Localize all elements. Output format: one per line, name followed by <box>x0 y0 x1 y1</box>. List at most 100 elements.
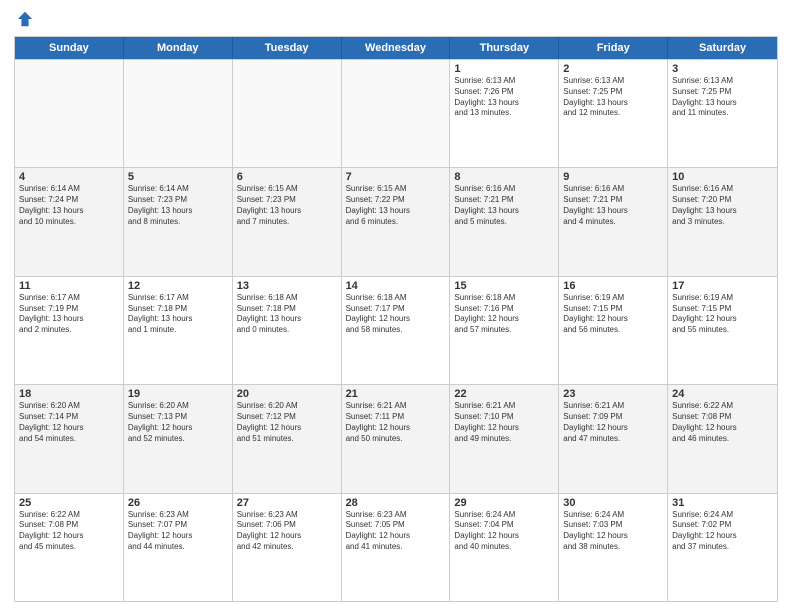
day-info: Sunrise: 6:23 AM Sunset: 7:06 PM Dayligh… <box>237 510 337 553</box>
calendar-cell: 27Sunrise: 6:23 AM Sunset: 7:06 PM Dayli… <box>233 494 342 601</box>
day-info: Sunrise: 6:22 AM Sunset: 7:08 PM Dayligh… <box>19 510 119 553</box>
day-number: 6 <box>237 171 337 183</box>
calendar-cell: 22Sunrise: 6:21 AM Sunset: 7:10 PM Dayli… <box>450 385 559 492</box>
calendar-cell: 6Sunrise: 6:15 AM Sunset: 7:23 PM Daylig… <box>233 168 342 275</box>
header-day-friday: Friday <box>559 37 668 59</box>
day-number: 9 <box>563 171 663 183</box>
day-info: Sunrise: 6:15 AM Sunset: 7:22 PM Dayligh… <box>346 184 446 227</box>
calendar-cell: 14Sunrise: 6:18 AM Sunset: 7:17 PM Dayli… <box>342 277 451 384</box>
calendar-cell: 25Sunrise: 6:22 AM Sunset: 7:08 PM Dayli… <box>15 494 124 601</box>
day-info: Sunrise: 6:17 AM Sunset: 7:18 PM Dayligh… <box>128 293 228 336</box>
day-number: 21 <box>346 388 446 400</box>
calendar-cell: 15Sunrise: 6:18 AM Sunset: 7:16 PM Dayli… <box>450 277 559 384</box>
calendar-cell: 21Sunrise: 6:21 AM Sunset: 7:11 PM Dayli… <box>342 385 451 492</box>
day-number: 28 <box>346 497 446 509</box>
calendar-cell: 5Sunrise: 6:14 AM Sunset: 7:23 PM Daylig… <box>124 168 233 275</box>
calendar-row-2: 4Sunrise: 6:14 AM Sunset: 7:24 PM Daylig… <box>15 167 777 275</box>
day-info: Sunrise: 6:20 AM Sunset: 7:14 PM Dayligh… <box>19 401 119 444</box>
day-number: 16 <box>563 280 663 292</box>
day-number: 7 <box>346 171 446 183</box>
day-number: 13 <box>237 280 337 292</box>
day-number: 15 <box>454 280 554 292</box>
logo-text <box>14 10 34 28</box>
day-number: 31 <box>672 497 773 509</box>
day-number: 29 <box>454 497 554 509</box>
day-number: 4 <box>19 171 119 183</box>
day-number: 27 <box>237 497 337 509</box>
day-info: Sunrise: 6:24 AM Sunset: 7:03 PM Dayligh… <box>563 510 663 553</box>
day-number: 26 <box>128 497 228 509</box>
calendar-cell: 28Sunrise: 6:23 AM Sunset: 7:05 PM Dayli… <box>342 494 451 601</box>
day-number: 20 <box>237 388 337 400</box>
day-number: 17 <box>672 280 773 292</box>
calendar-cell: 16Sunrise: 6:19 AM Sunset: 7:15 PM Dayli… <box>559 277 668 384</box>
day-info: Sunrise: 6:16 AM Sunset: 7:21 PM Dayligh… <box>454 184 554 227</box>
day-number: 11 <box>19 280 119 292</box>
day-info: Sunrise: 6:18 AM Sunset: 7:17 PM Dayligh… <box>346 293 446 336</box>
header-day-monday: Monday <box>124 37 233 59</box>
header-day-wednesday: Wednesday <box>342 37 451 59</box>
calendar-row-5: 25Sunrise: 6:22 AM Sunset: 7:08 PM Dayli… <box>15 493 777 601</box>
calendar-cell: 24Sunrise: 6:22 AM Sunset: 7:08 PM Dayli… <box>668 385 777 492</box>
calendar-cell <box>233 60 342 167</box>
day-info: Sunrise: 6:15 AM Sunset: 7:23 PM Dayligh… <box>237 184 337 227</box>
day-info: Sunrise: 6:17 AM Sunset: 7:19 PM Dayligh… <box>19 293 119 336</box>
calendar-body: 1Sunrise: 6:13 AM Sunset: 7:26 PM Daylig… <box>15 59 777 601</box>
calendar-cell: 20Sunrise: 6:20 AM Sunset: 7:12 PM Dayli… <box>233 385 342 492</box>
calendar-row-3: 11Sunrise: 6:17 AM Sunset: 7:19 PM Dayli… <box>15 276 777 384</box>
calendar-cell: 13Sunrise: 6:18 AM Sunset: 7:18 PM Dayli… <box>233 277 342 384</box>
calendar-cell: 4Sunrise: 6:14 AM Sunset: 7:24 PM Daylig… <box>15 168 124 275</box>
header <box>14 10 778 28</box>
day-number: 10 <box>672 171 773 183</box>
calendar-cell: 17Sunrise: 6:19 AM Sunset: 7:15 PM Dayli… <box>668 277 777 384</box>
calendar-cell: 8Sunrise: 6:16 AM Sunset: 7:21 PM Daylig… <box>450 168 559 275</box>
calendar-cell: 1Sunrise: 6:13 AM Sunset: 7:26 PM Daylig… <box>450 60 559 167</box>
calendar-cell: 29Sunrise: 6:24 AM Sunset: 7:04 PM Dayli… <box>450 494 559 601</box>
day-info: Sunrise: 6:18 AM Sunset: 7:18 PM Dayligh… <box>237 293 337 336</box>
day-info: Sunrise: 6:13 AM Sunset: 7:26 PM Dayligh… <box>454 76 554 119</box>
day-info: Sunrise: 6:19 AM Sunset: 7:15 PM Dayligh… <box>563 293 663 336</box>
day-number: 3 <box>672 63 773 75</box>
header-day-saturday: Saturday <box>668 37 777 59</box>
day-info: Sunrise: 6:16 AM Sunset: 7:21 PM Dayligh… <box>563 184 663 227</box>
calendar-cell: 18Sunrise: 6:20 AM Sunset: 7:14 PM Dayli… <box>15 385 124 492</box>
calendar-cell: 30Sunrise: 6:24 AM Sunset: 7:03 PM Dayli… <box>559 494 668 601</box>
day-info: Sunrise: 6:23 AM Sunset: 7:07 PM Dayligh… <box>128 510 228 553</box>
day-info: Sunrise: 6:19 AM Sunset: 7:15 PM Dayligh… <box>672 293 773 336</box>
calendar-cell <box>124 60 233 167</box>
header-day-tuesday: Tuesday <box>233 37 342 59</box>
day-number: 8 <box>454 171 554 183</box>
day-number: 30 <box>563 497 663 509</box>
day-number: 5 <box>128 171 228 183</box>
day-number: 24 <box>672 388 773 400</box>
calendar-cell: 23Sunrise: 6:21 AM Sunset: 7:09 PM Dayli… <box>559 385 668 492</box>
calendar-cell: 10Sunrise: 6:16 AM Sunset: 7:20 PM Dayli… <box>668 168 777 275</box>
day-info: Sunrise: 6:21 AM Sunset: 7:11 PM Dayligh… <box>346 401 446 444</box>
day-info: Sunrise: 6:23 AM Sunset: 7:05 PM Dayligh… <box>346 510 446 553</box>
day-info: Sunrise: 6:14 AM Sunset: 7:23 PM Dayligh… <box>128 184 228 227</box>
calendar-cell <box>15 60 124 167</box>
calendar-row-1: 1Sunrise: 6:13 AM Sunset: 7:26 PM Daylig… <box>15 59 777 167</box>
day-number: 25 <box>19 497 119 509</box>
calendar-cell <box>342 60 451 167</box>
day-info: Sunrise: 6:20 AM Sunset: 7:12 PM Dayligh… <box>237 401 337 444</box>
calendar-header: SundayMondayTuesdayWednesdayThursdayFrid… <box>15 37 777 59</box>
day-number: 23 <box>563 388 663 400</box>
calendar-cell: 12Sunrise: 6:17 AM Sunset: 7:18 PM Dayli… <box>124 277 233 384</box>
day-info: Sunrise: 6:21 AM Sunset: 7:10 PM Dayligh… <box>454 401 554 444</box>
day-info: Sunrise: 6:16 AM Sunset: 7:20 PM Dayligh… <box>672 184 773 227</box>
day-number: 22 <box>454 388 554 400</box>
header-day-sunday: Sunday <box>15 37 124 59</box>
calendar-cell: 3Sunrise: 6:13 AM Sunset: 7:25 PM Daylig… <box>668 60 777 167</box>
day-number: 18 <box>19 388 119 400</box>
day-info: Sunrise: 6:24 AM Sunset: 7:04 PM Dayligh… <box>454 510 554 553</box>
day-info: Sunrise: 6:13 AM Sunset: 7:25 PM Dayligh… <box>563 76 663 119</box>
calendar: SundayMondayTuesdayWednesdayThursdayFrid… <box>14 36 778 602</box>
calendar-cell: 11Sunrise: 6:17 AM Sunset: 7:19 PM Dayli… <box>15 277 124 384</box>
day-number: 2 <box>563 63 663 75</box>
calendar-cell: 26Sunrise: 6:23 AM Sunset: 7:07 PM Dayli… <box>124 494 233 601</box>
day-info: Sunrise: 6:21 AM Sunset: 7:09 PM Dayligh… <box>563 401 663 444</box>
page: SundayMondayTuesdayWednesdayThursdayFrid… <box>0 0 792 612</box>
calendar-cell: 31Sunrise: 6:24 AM Sunset: 7:02 PM Dayli… <box>668 494 777 601</box>
day-number: 14 <box>346 280 446 292</box>
